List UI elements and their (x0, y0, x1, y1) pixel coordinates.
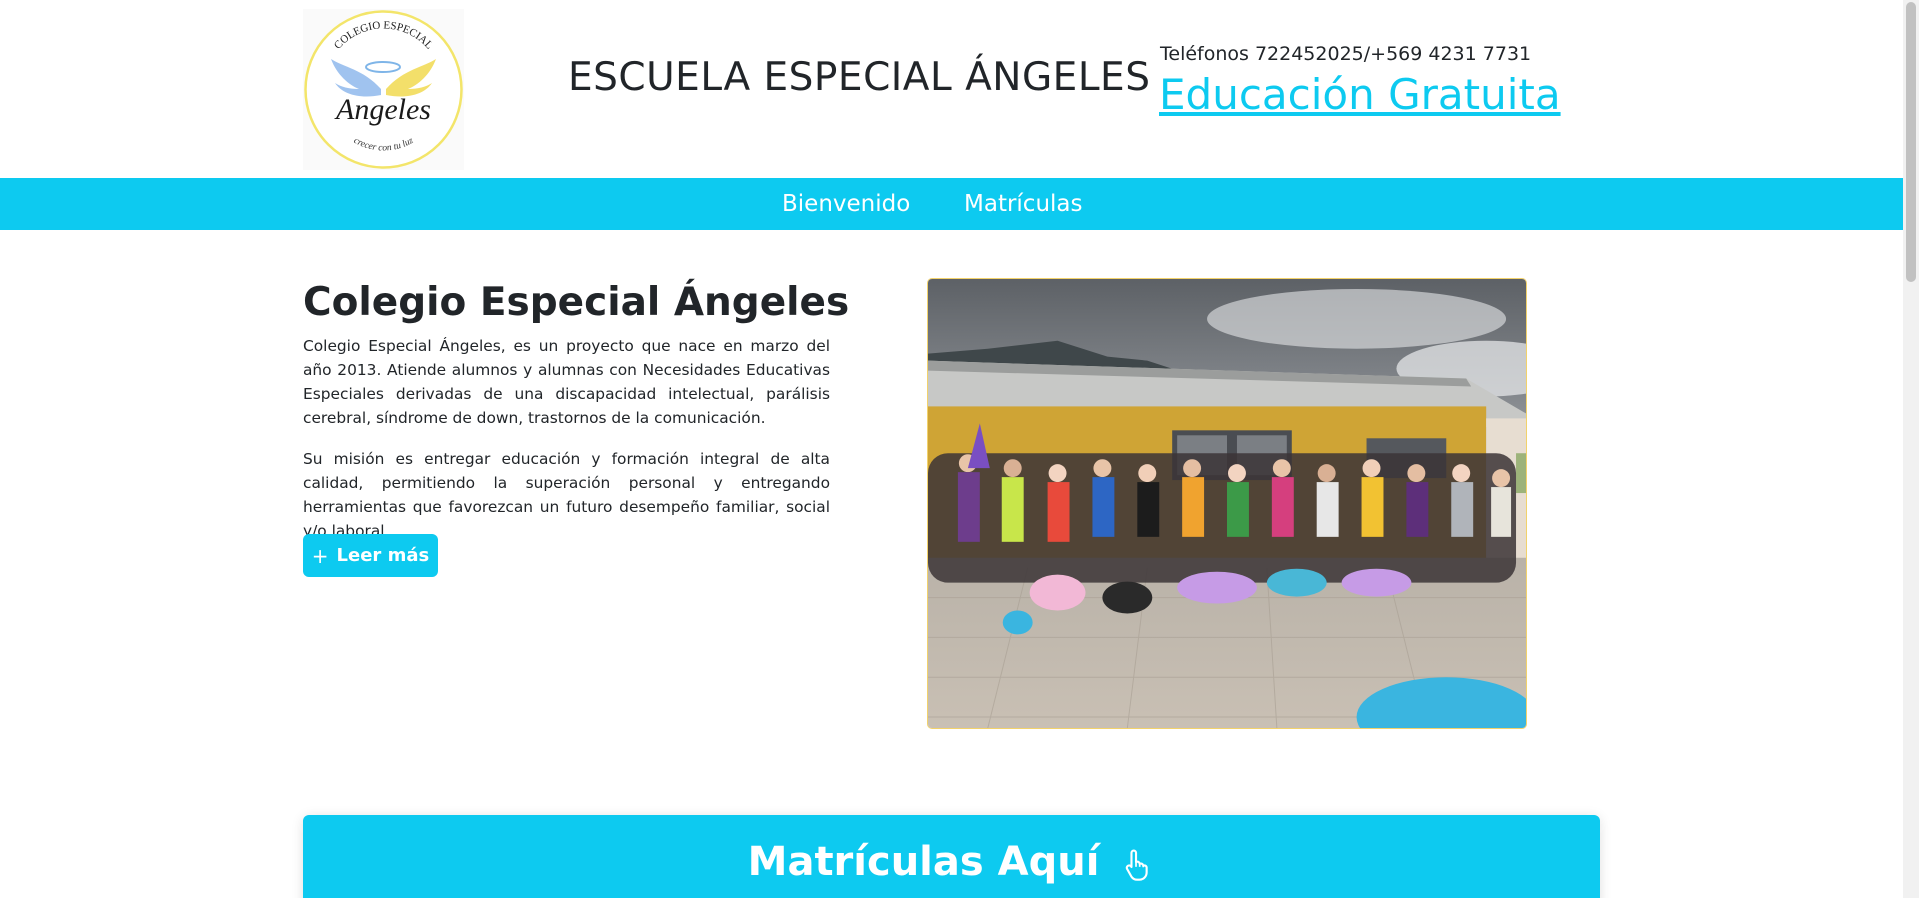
enrollment-cta-label: Matrículas Aquí (747, 839, 1100, 885)
read-more-button[interactable]: + Leer más (303, 534, 438, 577)
nav-item-matriculas[interactable]: Matrículas (964, 191, 1083, 217)
read-more-label: Leer más (336, 545, 430, 566)
free-education-link[interactable]: Educación Gratuita (1159, 70, 1561, 119)
site-title: ESCUELA ESPECIAL ÁNGELES (568, 55, 1151, 100)
intro-paragraph-2: Su misión es entregar educación y formac… (303, 450, 830, 540)
intro-title: Colegio Especial Ángeles (303, 280, 850, 325)
main-navbar: Bienvenido Matrículas (0, 178, 1903, 230)
enrollment-cta[interactable]: Matrículas Aquí (303, 815, 1600, 898)
page: COLEGIO ESPECIAL Angeles crecer con tu l… (0, 0, 1903, 898)
page-scrollbar[interactable] (1903, 0, 1919, 898)
hand-pointer-icon (1126, 849, 1149, 881)
group-photo (927, 278, 1527, 729)
scrollbar-thumb[interactable] (1906, 2, 1916, 282)
plus-icon: + (311, 543, 329, 568)
site-header: COLEGIO ESPECIAL Angeles crecer con tu l… (0, 0, 1903, 178)
school-logo[interactable]: COLEGIO ESPECIAL Angeles crecer con tu l… (303, 9, 464, 170)
nav-item-bienvenido[interactable]: Bienvenido (782, 191, 910, 217)
logo-name: Angeles (334, 93, 431, 126)
intro-paragraph-1: Colegio Especial Ángeles, es un proyecto… (303, 337, 830, 427)
angel-wings-logo-icon: COLEGIO ESPECIAL Angeles crecer con tu l… (304, 10, 463, 169)
phone-numbers: Teléfonos 722452025/+569 4231 7731 (1160, 43, 1532, 65)
